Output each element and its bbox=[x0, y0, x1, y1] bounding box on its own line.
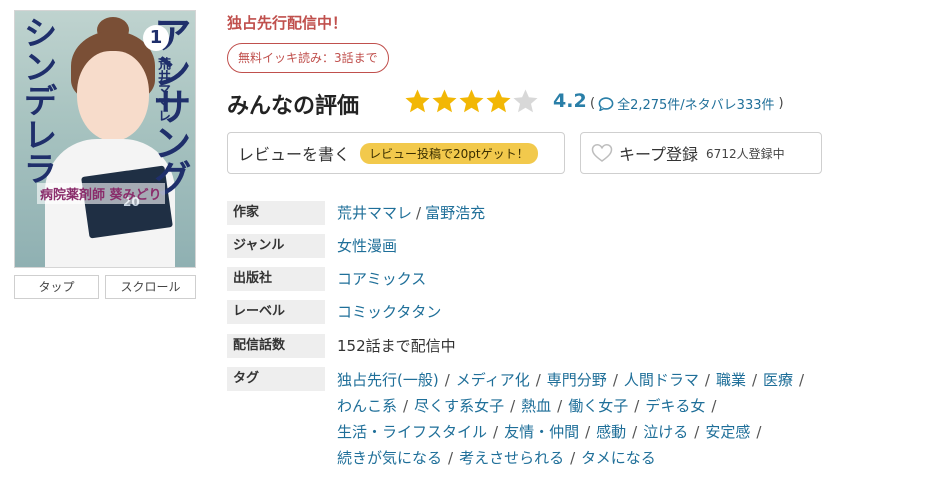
tag-separator: / bbox=[510, 397, 516, 415]
info-key-tags: タグ bbox=[227, 367, 325, 391]
tag-separator: / bbox=[711, 397, 717, 415]
rating-title: みんなの評価 bbox=[227, 94, 360, 119]
info-key-genre: ジャンル bbox=[227, 234, 325, 258]
info-key-publisher: 出版社 bbox=[227, 267, 325, 291]
author-separator: / bbox=[416, 204, 422, 222]
info-key-label: レーベル bbox=[227, 300, 325, 324]
tag-line: 続きが気になる / 考えさせられる / タメになる bbox=[337, 445, 917, 471]
tag-separator: / bbox=[634, 397, 640, 415]
info-value-publisher: コアミックス bbox=[337, 267, 426, 291]
tag-link[interactable]: 泣ける bbox=[643, 423, 688, 441]
speech-bubble-icon bbox=[598, 96, 614, 111]
label-link[interactable]: コミックタタン bbox=[337, 303, 441, 321]
info-value-author: 荒井ママレ / 富野浩充 bbox=[337, 201, 485, 225]
info-value-label: コミックタタン bbox=[337, 300, 441, 324]
publisher-link[interactable]: コアミックス bbox=[337, 270, 426, 288]
tag-link[interactable]: 独占先行(一般) bbox=[337, 371, 439, 389]
tag-line: 生活・ライフスタイル / 友情・仲間 / 感動 / 泣ける / 安定感 / bbox=[337, 419, 917, 445]
review-count-link[interactable]: 全2,275件/ネタバレ333件 bbox=[617, 94, 774, 113]
cover-volume-number: 1 bbox=[143, 25, 169, 51]
tag-separator: / bbox=[585, 423, 591, 441]
rating-stars bbox=[404, 88, 539, 116]
genre-link[interactable]: 女性漫画 bbox=[337, 237, 397, 255]
star-icon bbox=[404, 88, 431, 115]
tag-list: 独占先行(一般) / メディア化 / 専門分野 / 人間ドラマ / 職業 / 医療 / わんこ系 / 尽くす… bbox=[337, 367, 917, 471]
tag-link[interactable]: 感動 bbox=[596, 423, 626, 441]
tag-link[interactable]: 人間ドラマ bbox=[624, 371, 699, 389]
star-icon bbox=[512, 88, 539, 115]
cover-title-left: シンデレラ bbox=[17, 15, 57, 185]
heart-icon bbox=[591, 144, 613, 162]
tag-separator: / bbox=[799, 371, 805, 389]
star-icon bbox=[458, 88, 485, 115]
tag-separator: / bbox=[448, 449, 454, 467]
review-promo-badge: レビュー投稿で20ptゲット！ bbox=[360, 142, 538, 164]
cover-author: 荒井ママレ bbox=[155, 57, 170, 122]
review-counts[interactable]: ( 全2,275件/ネタバレ333件 ) bbox=[590, 94, 784, 113]
tag-separator: / bbox=[444, 371, 450, 389]
tag-separator: / bbox=[493, 423, 499, 441]
tag-link[interactable]: 続きが気になる bbox=[337, 449, 442, 467]
open-paren: ( bbox=[590, 96, 596, 111]
info-row-genre: ジャンル 女性漫画 bbox=[227, 234, 397, 258]
cover-image[interactable]: 20 シンデレラ アンサング 1 荒井ママレ 病院薬剤師 葵みどり bbox=[14, 10, 196, 268]
tap-viewer-button[interactable]: タップ bbox=[14, 275, 99, 299]
tag-link[interactable]: メディア化 bbox=[456, 371, 530, 389]
tag-link[interactable]: わんこ系 bbox=[337, 397, 397, 415]
info-key-episodes: 配信話数 bbox=[227, 334, 325, 358]
tag-link[interactable]: 考えさせられる bbox=[459, 449, 564, 467]
scroll-viewer-button[interactable]: スクロール bbox=[105, 275, 196, 299]
keep-register-label: キープ登録 bbox=[619, 145, 699, 164]
info-key-author: 作家 bbox=[227, 201, 325, 225]
tag-link[interactable]: 熱血 bbox=[521, 397, 551, 415]
tag-separator: / bbox=[694, 423, 700, 441]
tag-link[interactable]: デキる女 bbox=[645, 397, 705, 415]
tag-separator: / bbox=[756, 423, 762, 441]
tag-separator: / bbox=[612, 371, 618, 389]
keep-register-button[interactable]: キープ登録 6712人登録中 bbox=[580, 132, 822, 174]
tag-link[interactable]: 医療 bbox=[763, 371, 793, 389]
write-review-button[interactable]: レビューを書く レビュー投稿で20ptゲット！ bbox=[227, 132, 565, 174]
close-paren: ) bbox=[778, 96, 784, 111]
tag-separator: / bbox=[557, 397, 563, 415]
tag-link[interactable]: 友情・仲間 bbox=[504, 423, 579, 441]
info-row-tags: タグ 独占先行(一般) / メディア化 / 専門分野 / 人間ドラマ / 職業 / 医療 / わんこ系 /… bbox=[227, 367, 917, 471]
cover-art-face bbox=[77, 51, 149, 141]
tag-link[interactable]: 職業 bbox=[716, 371, 746, 389]
tag-separator: / bbox=[570, 449, 576, 467]
tag-link[interactable]: 生活・ライフスタイル bbox=[337, 423, 487, 441]
rating-score: 4.2 bbox=[553, 90, 587, 112]
info-row-label: レーベル コミックタタン bbox=[227, 300, 441, 324]
keep-register-count: 6712人登録中 bbox=[706, 146, 785, 161]
tag-separator: / bbox=[704, 371, 710, 389]
tag-link[interactable]: 尽くす系女子 bbox=[414, 397, 504, 415]
tag-link[interactable]: タメになる bbox=[581, 449, 656, 467]
info-row-publisher: 出版社 コアミックス bbox=[227, 267, 426, 291]
tag-separator: / bbox=[751, 371, 758, 389]
tag-line: わんこ系 / 尽くす系女子 / 熱血 / 働く女子 / デキる女 / bbox=[337, 393, 917, 419]
author-link-0[interactable]: 荒井ママレ bbox=[337, 204, 412, 222]
tag-link[interactable]: 専門分野 bbox=[547, 371, 607, 389]
write-review-label: レビューを書く bbox=[238, 145, 351, 164]
tag-line: 独占先行(一般) / メディア化 / 専門分野 / 人間ドラマ / 職業 / 医療 / bbox=[337, 367, 917, 393]
free-read-badge[interactable]: 無料イッキ読み：3話まで bbox=[227, 43, 389, 73]
tag-link[interactable]: 働く女子 bbox=[568, 397, 628, 415]
info-value-episodes: 152話まで配信中 bbox=[337, 337, 456, 355]
tag-link[interactable]: 安定感 bbox=[705, 423, 750, 441]
info-row-author: 作家 荒井ママレ / 富野浩充 bbox=[227, 201, 485, 225]
author-link-1[interactable]: 富野浩充 bbox=[425, 204, 485, 222]
exclusive-label: 独占先行配信中！ bbox=[227, 14, 348, 32]
info-value-genre: 女性漫画 bbox=[337, 234, 397, 258]
star-icon bbox=[431, 88, 458, 115]
tag-separator: / bbox=[632, 423, 638, 441]
tag-separator: / bbox=[403, 397, 409, 415]
star-icon bbox=[485, 88, 512, 115]
info-row-episodes: 配信話数 152話まで配信中 bbox=[227, 334, 456, 358]
cover-subtitle: 病院薬剤師 葵みどり bbox=[37, 183, 165, 204]
tag-separator: / bbox=[535, 371, 541, 389]
